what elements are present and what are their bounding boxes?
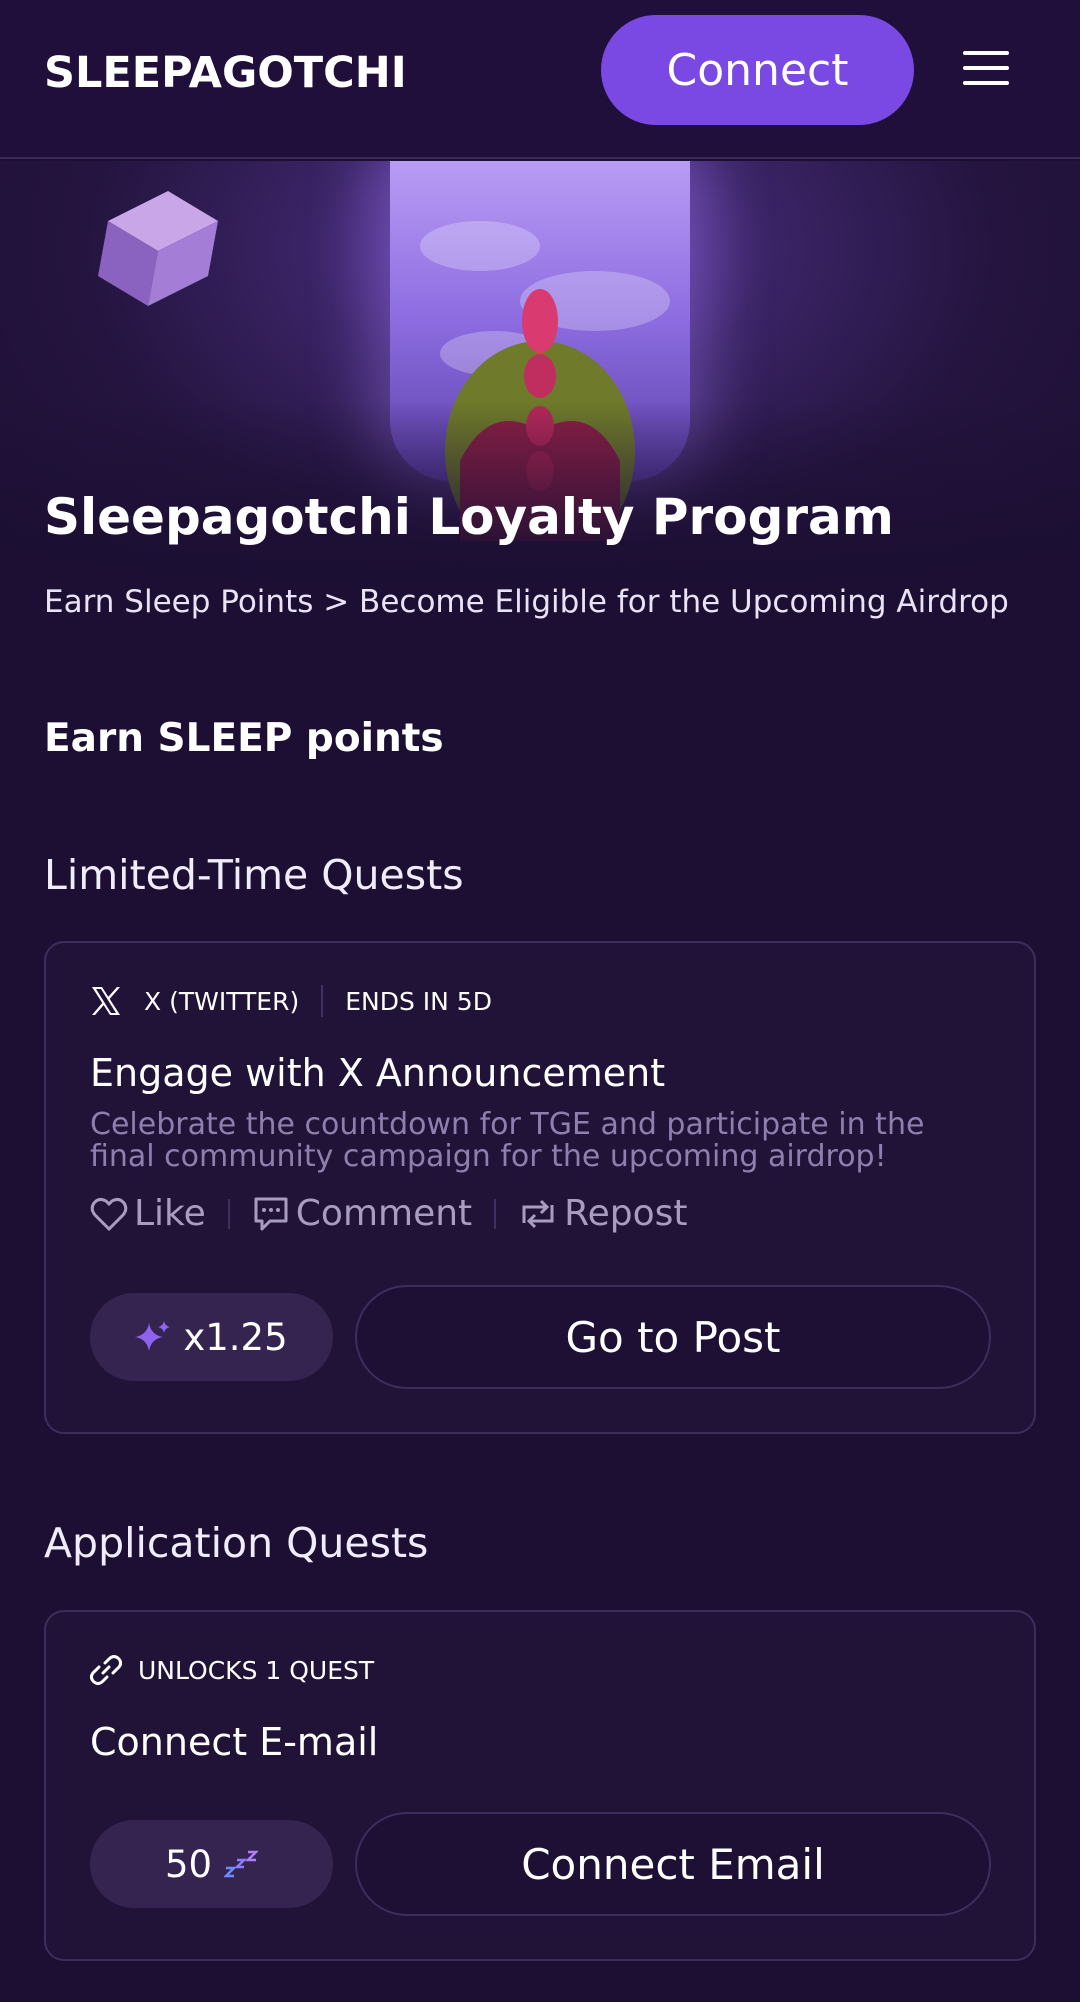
comment-icon [254, 1197, 288, 1230]
connect-email-button[interactable]: Connect Email [355, 1812, 991, 1916]
action-repost: Repost [518, 1193, 687, 1234]
application-quests-heading: Application Quests [44, 1519, 429, 1567]
platform-label: X (TWITTER) [144, 986, 300, 1016]
go-to-post-button[interactable]: Go to Post [355, 1285, 991, 1389]
heart-icon [90, 1197, 128, 1231]
quest-card-x-announcement: X (TWITTER) ENDS IN 5D Engage with X Ann… [44, 941, 1036, 1434]
quest-description: Celebrate the countdown for TGE and part… [90, 1107, 925, 1174]
hamburger-menu-icon[interactable] [963, 51, 1009, 85]
repost-icon [522, 1199, 554, 1228]
sparkle-icon [135, 1321, 171, 1351]
connect-button[interactable]: Connect [601, 15, 914, 125]
quest-meta: UNLOCKS 1 QUEST [90, 1654, 374, 1686]
unlocks-badge: UNLOCKS 1 QUEST [138, 1655, 375, 1685]
action-like: Like [90, 1193, 206, 1234]
top-header: SLEEPAGOTCHI Connect [0, 0, 1080, 159]
ends-in-label: ENDS IN 5D [345, 986, 492, 1016]
quest-card-connect-email: UNLOCKS 1 QUEST Connect E-mail 50 Connec… [44, 1610, 1036, 1961]
page-title: Sleepagotchi Loyalty Program [44, 488, 894, 546]
sleepagotchi-logo[interactable]: SLEEPAGOTCHI [44, 48, 407, 98]
quest-title: Connect E-mail [90, 1720, 379, 1764]
section-title: Earn SLEEP points [44, 716, 444, 761]
limited-quests-heading: Limited-Time Quests [44, 851, 464, 899]
hero-cube-image [98, 191, 218, 306]
link-icon [90, 1655, 122, 1685]
quest-meta: X (TWITTER) ENDS IN 5D [90, 985, 492, 1017]
action-comment: Comment [252, 1193, 472, 1234]
page-subtitle: Earn Sleep Points > Become Eligible for … [44, 584, 1009, 620]
zzz-icon [224, 1850, 259, 1878]
points-badge: 50 [90, 1820, 333, 1908]
x-logo-icon [92, 987, 120, 1015]
quest-title: Engage with X Announcement [90, 1051, 666, 1095]
multiplier-badge: x1.25 [90, 1293, 333, 1381]
quest-actions: Like Comment Repost [90, 1193, 687, 1234]
